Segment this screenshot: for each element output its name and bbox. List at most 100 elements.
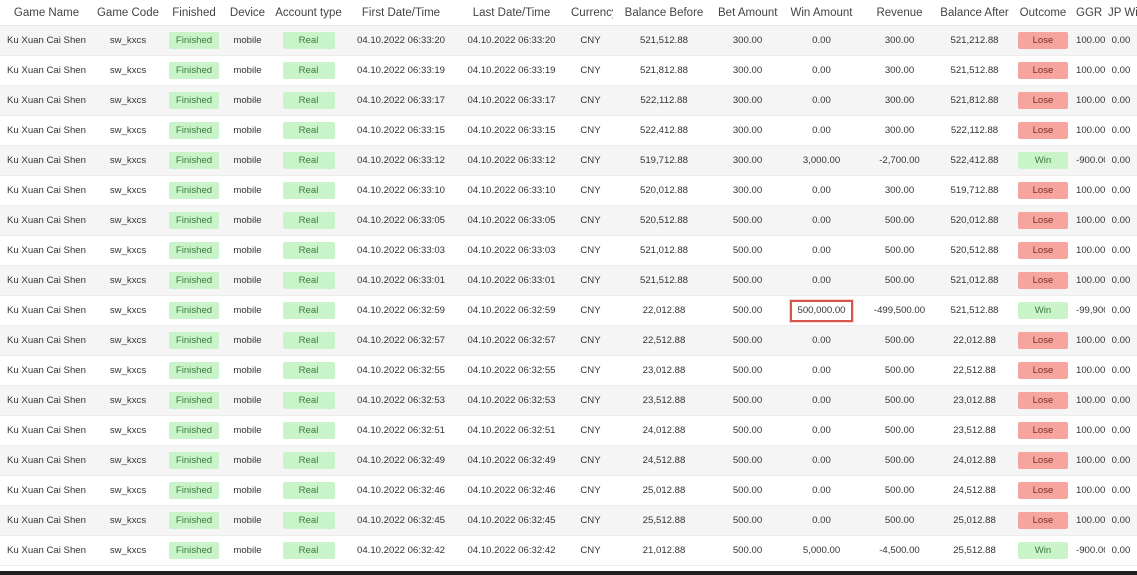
cell-account-type: Real (270, 115, 347, 146)
cell-account-type: Real (270, 385, 347, 416)
column-header-balance-before[interactable]: Balance Before (613, 0, 715, 26)
table-row[interactable]: Ku Xuan Cai Shen sw_kxcs Finished mobile Rea… (0, 505, 1137, 536)
cell-account-type: Real (270, 295, 347, 326)
account-type-badge: Real (282, 542, 335, 559)
cell-status: Finished (163, 235, 225, 266)
column-header-revenue[interactable]: Revenue (863, 0, 936, 26)
table-row[interactable]: Ku Xuan Cai Shen sw_kxcs Finished mobile Rea… (0, 205, 1137, 236)
column-header-outcome[interactable]: Outcome (1013, 0, 1073, 26)
cell-game-code: sw_kxcs (93, 475, 163, 506)
table-row[interactable]: Ku Xuan Cai Shen sw_kxcs Finished mobile Rea… (0, 145, 1137, 176)
outcome-badge: Lose (1018, 362, 1068, 379)
cell-status: Finished (163, 85, 225, 116)
status-badge: Finished (169, 182, 219, 199)
cell-revenue: 500.00 (863, 235, 936, 266)
column-header-jp-win[interactable]: JP Win (1105, 0, 1137, 26)
column-header-ggr[interactable]: GGR % (1073, 0, 1105, 26)
cell-device: mobile (225, 535, 270, 566)
table-row[interactable]: Ku Xuan Cai Shen sw_kxcs Finished mobile Rea… (0, 385, 1137, 416)
table-row[interactable]: Ku Xuan Cai Shen sw_kxcs Finished mobile Rea… (0, 175, 1137, 206)
account-type-badge: Real (282, 302, 335, 319)
cell-revenue: 500.00 (863, 475, 936, 506)
account-type-badge: Real (282, 62, 335, 79)
cell-win-amount: 0.00 (780, 175, 863, 206)
cell-status: Finished (163, 175, 225, 206)
cell-balance-after: 519,712.88 (936, 175, 1013, 206)
table-row[interactable]: Ku Xuan Cai Shen sw_kxcs Finished mobile Rea… (0, 475, 1137, 506)
table-row[interactable]: Ku Xuan Cai Shen sw_kxcs Finished mobile Rea… (0, 55, 1137, 86)
cell-balance-after: 520,512.88 (936, 235, 1013, 266)
cell-revenue: 500.00 (863, 325, 936, 356)
cell-status: Finished (163, 145, 225, 176)
cell-balance-before: 23,012.88 (613, 355, 715, 386)
cell-account-type: Real (270, 55, 347, 86)
cell-win-amount: 0.00 (780, 55, 863, 86)
table-row[interactable]: Ku Xuan Cai Shen sw_kxcs Finished mobile Rea… (0, 415, 1137, 446)
cell-balance-before: 521,512.88 (613, 265, 715, 296)
cell-account-type: Real (270, 415, 347, 446)
outcome-badge: Lose (1018, 512, 1068, 529)
cell-status: Finished (163, 415, 225, 446)
cell-last-date-time: 04.10.2022 06:33:12 (455, 145, 568, 176)
table-row[interactable]: Ku Xuan Cai Shen sw_kxcs Finished mobile Rea… (0, 295, 1137, 326)
horizontal-scrollbar[interactable] (0, 571, 1137, 575)
outcome-badge: Lose (1018, 242, 1068, 259)
outcome-badge: Lose (1018, 32, 1068, 49)
cell-balance-before: 520,012.88 (613, 175, 715, 206)
column-header-win-amount[interactable]: Win Amount (780, 0, 863, 26)
column-header-balance-after[interactable]: Balance After (936, 0, 1013, 26)
cell-ggr: 100.00 (1073, 265, 1105, 296)
table-row[interactable]: Ku Xuan Cai Shen sw_kxcs Finished mobile Rea… (0, 535, 1137, 566)
cell-jp-win: 0.00 (1105, 475, 1137, 506)
cell-ggr: 100.00 (1073, 415, 1105, 446)
column-header-status[interactable]: Finished (163, 0, 225, 26)
cell-last-date-time: 04.10.2022 06:32:57 (455, 325, 568, 356)
outcome-badge: Win (1018, 302, 1068, 319)
table-row[interactable]: Ku Xuan Cai Shen sw_kxcs Finished mobile Rea… (0, 235, 1137, 266)
table-row[interactable]: Ku Xuan Cai Shen sw_kxcs Finished mobile Rea… (0, 445, 1137, 476)
cell-currency: CNY (568, 505, 613, 536)
outcome-badge: Lose (1018, 332, 1068, 349)
column-header-first-date-time[interactable]: First Date/Time (347, 0, 455, 26)
table-row[interactable]: Ku Xuan Cai Shen sw_kxcs Finished mobile Rea… (0, 265, 1137, 296)
column-header-account-type[interactable]: Account type (270, 0, 347, 26)
outcome-badge: Lose (1018, 62, 1068, 79)
column-header-game-name[interactable]: Game Name (0, 0, 93, 26)
cell-game-code: sw_kxcs (93, 505, 163, 536)
cell-bet-amount: 500.00 (715, 235, 780, 266)
column-header-bet-amount[interactable]: Bet Amount (715, 0, 780, 26)
account-type-badge: Real (282, 92, 335, 109)
cell-last-date-time: 04.10.2022 06:33:20 (455, 25, 568, 56)
column-header-last-date-time[interactable]: Last Date/Time (455, 0, 568, 26)
table-row[interactable]: Ku Xuan Cai Shen sw_kxcs Finished mobile Rea… (0, 85, 1137, 116)
cell-revenue: 300.00 (863, 85, 936, 116)
cell-game-name: Ku Xuan Cai Shen (0, 175, 93, 206)
table-row[interactable]: Ku Xuan Cai Shen sw_kxcs Finished mobile Rea… (0, 355, 1137, 386)
table-row[interactable]: Ku Xuan Cai Shen sw_kxcs Finished mobile Rea… (0, 25, 1137, 56)
cell-currency: CNY (568, 535, 613, 566)
cell-device: mobile (225, 175, 270, 206)
cell-jp-win: 0.00 (1105, 265, 1137, 296)
status-badge: Finished (169, 362, 219, 379)
cell-ggr: 100.00 (1073, 25, 1105, 56)
status-badge: Finished (169, 242, 219, 259)
cell-outcome: Lose (1013, 385, 1073, 416)
cell-game-code: sw_kxcs (93, 175, 163, 206)
cell-currency: CNY (568, 25, 613, 56)
highlighted-win-amount: 500,000.00 (790, 299, 853, 322)
table-row[interactable]: Ku Xuan Cai Shen sw_kxcs Finished mobile Rea… (0, 115, 1137, 146)
cell-game-code: sw_kxcs (93, 205, 163, 236)
table-row[interactable]: Ku Xuan Cai Shen sw_kxcs Finished mobile Rea… (0, 325, 1137, 356)
cell-device: mobile (225, 445, 270, 476)
cell-balance-after: 25,012.88 (936, 505, 1013, 536)
column-header-game-code[interactable]: Game Code (93, 0, 163, 26)
column-header-currency[interactable]: Currency (568, 0, 613, 26)
outcome-badge: Lose (1018, 482, 1068, 499)
cell-account-type: Real (270, 145, 347, 176)
cell-bet-amount: 500.00 (715, 355, 780, 386)
column-header-device[interactable]: Device (225, 0, 270, 26)
cell-jp-win: 0.00 (1105, 55, 1137, 86)
cell-outcome: Lose (1013, 205, 1073, 236)
cell-ggr: 100.00 (1073, 475, 1105, 506)
cell-outcome: Lose (1013, 175, 1073, 206)
